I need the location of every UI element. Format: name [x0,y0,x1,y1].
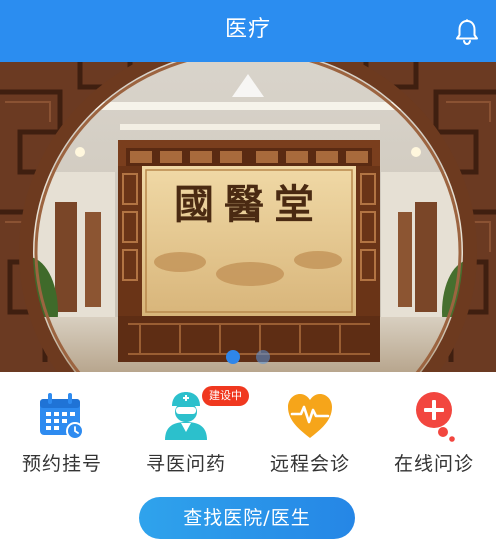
page-title: 医疗 [224,17,271,42]
feature-online-consultation-label: 在线问诊 [393,453,474,475]
heart-pulse-icon [285,390,335,442]
calendar-icon [37,390,87,442]
bell-icon[interactable] [454,18,480,46]
feature-appointment-label: 预约挂号 [21,453,102,475]
carousel-dot-1[interactable] [226,350,240,364]
carousel-indicators [0,350,496,364]
feature-grid: 预约挂号 建设中 寻医问药 远程会诊 在线问诊 [0,372,496,484]
feature-remote-consultation[interactable]: 远程会诊 [248,386,372,482]
banner-carousel[interactable]: 國醫堂 [0,62,496,372]
header-bar: 医疗 [0,0,496,62]
banner-plaque-text: 國醫堂 [174,181,324,228]
find-hospital-doctor-button[interactable]: 查找医院/医生 [139,497,355,539]
status-badge: 建设中 [202,386,249,406]
feature-remote-consultation-label: 远程会诊 [269,453,350,475]
feature-online-consultation[interactable]: 在线问诊 [372,386,496,482]
banner-image: 國醫堂 [0,62,496,372]
feature-find-doctor[interactable]: 建设中 寻医问药 [124,386,249,482]
chat-plus-icon [409,390,459,442]
feature-appointment[interactable]: 预约挂号 [0,386,124,482]
feature-find-doctor-label: 寻医问药 [145,453,226,475]
carousel-dot-2[interactable] [256,350,270,364]
